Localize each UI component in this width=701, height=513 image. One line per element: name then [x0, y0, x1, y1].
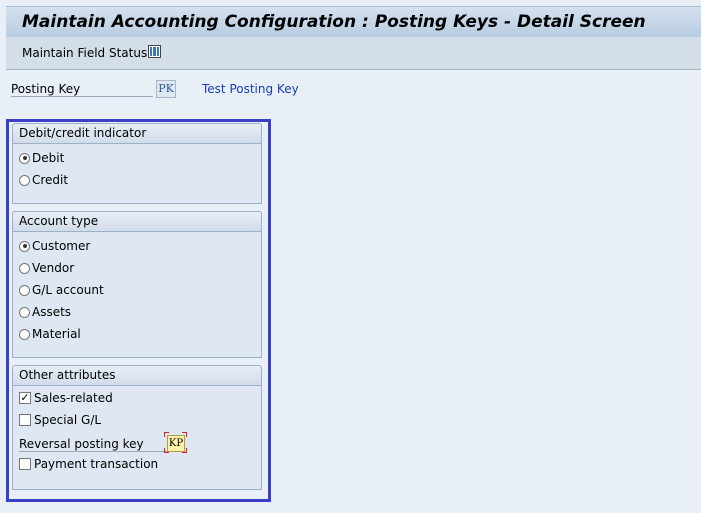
checkbox-sales-related[interactable]: ✓ Sales-related — [19, 391, 113, 405]
page-title: Maintain Accounting Configuration : Post… — [22, 12, 646, 32]
radio-icon[interactable] — [19, 328, 30, 340]
checkbox-payment-transaction[interactable]: Payment transaction — [19, 457, 158, 471]
checkbox-icon[interactable] — [19, 458, 31, 470]
option-label: Customer — [32, 239, 91, 253]
maintain-field-status-button[interactable]: Maintain Field Status — [22, 46, 147, 60]
group-header: Other attributes — [13, 366, 261, 386]
radio-material[interactable]: Material — [19, 327, 81, 341]
reversal-posting-key-label: Reversal posting key — [19, 437, 167, 452]
checkmark-icon[interactable]: ✓ — [19, 392, 31, 404]
checkbox-icon[interactable] — [19, 414, 31, 426]
radio-icon[interactable] — [19, 262, 30, 274]
group-header: Account type — [13, 212, 261, 232]
radio-icon[interactable] — [19, 306, 30, 318]
radio-selected-icon[interactable] — [19, 240, 30, 252]
posting-key-value: PK — [156, 80, 176, 98]
option-label: G/L account — [32, 283, 104, 297]
table-icon[interactable] — [148, 45, 161, 58]
debit-credit-group: Debit/credit indicator Debit Credit — [12, 123, 262, 204]
attributes-frame: Debit/credit indicator Debit Credit Acco… — [6, 119, 271, 502]
radio-icon[interactable] — [19, 284, 30, 296]
option-label: Payment transaction — [34, 457, 159, 471]
focus-corner — [164, 432, 169, 437]
radio-icon[interactable] — [19, 174, 30, 186]
radio-gl-account[interactable]: G/L account — [19, 283, 104, 297]
test-posting-key-link[interactable]: Test Posting Key — [202, 82, 299, 96]
option-label: Special G/L — [34, 413, 102, 427]
title-bar: Maintain Accounting Configuration : Post… — [6, 6, 701, 37]
option-label: Material — [32, 327, 81, 341]
group-header: Debit/credit indicator — [13, 124, 261, 144]
posting-key-label: Posting Key — [11, 82, 153, 97]
focus-corner — [164, 448, 169, 453]
account-type-group: Account type Customer Vendor G/L account… — [12, 211, 262, 358]
option-label: Credit — [32, 173, 69, 187]
focus-corner — [182, 432, 187, 437]
radio-debit[interactable]: Debit — [19, 151, 64, 165]
radio-selected-icon[interactable] — [19, 152, 30, 164]
radio-vendor[interactable]: Vendor — [19, 261, 74, 275]
checkbox-special-gl[interactable]: Special G/L — [19, 413, 101, 427]
radio-credit[interactable]: Credit — [19, 173, 68, 187]
option-label: Vendor — [32, 261, 75, 275]
radio-customer[interactable]: Customer — [19, 239, 90, 253]
radio-assets[interactable]: Assets — [19, 305, 71, 319]
option-label: Assets — [32, 305, 72, 319]
toolbar: Maintain Field Status — [6, 37, 701, 70]
focus-corner — [182, 448, 187, 453]
option-label: Debit — [32, 151, 65, 165]
other-attributes-group: Other attributes ✓ Sales-related Special … — [12, 365, 262, 490]
option-label: Sales-related — [34, 391, 113, 405]
